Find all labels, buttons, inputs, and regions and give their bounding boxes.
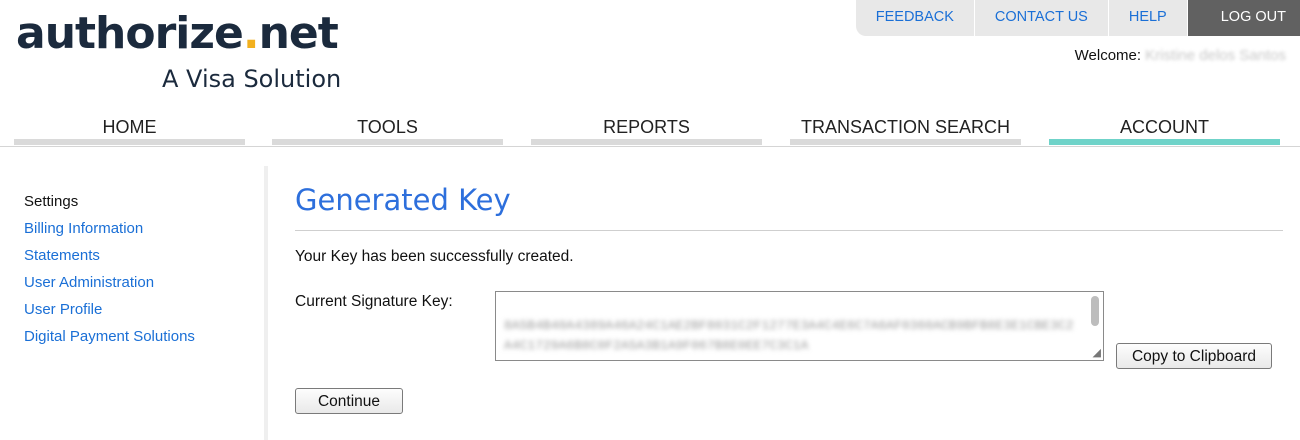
nav-tab-reports[interactable]: REPORTS: [531, 114, 762, 145]
sidebar-item-digital-payment-solutions[interactable]: Digital Payment Solutions: [24, 323, 254, 350]
top-utility-links: FEEDBACK CONTACT US HELP LOG OUT: [855, 0, 1300, 36]
logo-wordmark: authorize.net: [16, 8, 339, 59]
logo-tagline: A Visa Solution: [162, 65, 342, 93]
sidebar-item-statements[interactable]: Statements: [24, 242, 254, 269]
resize-handle-icon[interactable]: ◢: [1093, 348, 1101, 359]
welcome-user-name: Kristine delos Santos: [1145, 47, 1286, 64]
nav-tab-home[interactable]: HOME: [14, 114, 245, 145]
signature-key-textarea[interactable]: 8A5B4B40A4389A46A24C1AE2BF8031C2F1277E3A…: [495, 291, 1104, 361]
textarea-scrollbar[interactable]: [1091, 296, 1099, 326]
continue-button[interactable]: Continue: [295, 388, 403, 414]
signature-key-value: 8A5B4B40A4389A46A24C1AE2BF8031C2F1277E3A…: [504, 318, 1074, 353]
sidebar-item-user-profile[interactable]: User Profile: [24, 296, 254, 323]
signature-key-label: Current Signature Key:: [295, 293, 453, 310]
nav-tab-transaction-search[interactable]: TRANSACTION SEARCH: [790, 114, 1021, 145]
sidebar-divider: [264, 166, 268, 440]
welcome-label: Welcome:: [1074, 47, 1142, 64]
help-link[interactable]: HELP: [1108, 0, 1188, 36]
title-divider: [295, 230, 1283, 231]
feedback-link[interactable]: FEEDBACK: [855, 0, 975, 36]
nav-divider: [0, 146, 1300, 147]
contact-us-link[interactable]: CONTACT US: [974, 0, 1109, 36]
sidebar-item-billing-information[interactable]: Billing Information: [24, 215, 254, 242]
welcome-message: Welcome: Kristine delos Santos: [1075, 47, 1286, 64]
authorize-net-logo[interactable]: authorize.net A Visa Solution: [16, 6, 356, 96]
page-title: Generated Key: [295, 183, 511, 217]
nav-tab-account[interactable]: ACCOUNT: [1049, 114, 1280, 145]
sidebar-heading-settings: Settings: [24, 193, 79, 210]
copy-to-clipboard-button[interactable]: Copy to Clipboard: [1116, 343, 1272, 369]
main-nav: HOME TOOLS REPORTS TRANSACTION SEARCH AC…: [14, 114, 1280, 146]
settings-sidebar: Settings Billing Information Statements …: [24, 188, 254, 350]
nav-tab-tools[interactable]: TOOLS: [272, 114, 503, 145]
log-out-link[interactable]: LOG OUT: [1187, 0, 1300, 36]
sidebar-item-user-administration[interactable]: User Administration: [24, 269, 254, 296]
success-message: Your Key has been successfully created.: [295, 248, 574, 265]
